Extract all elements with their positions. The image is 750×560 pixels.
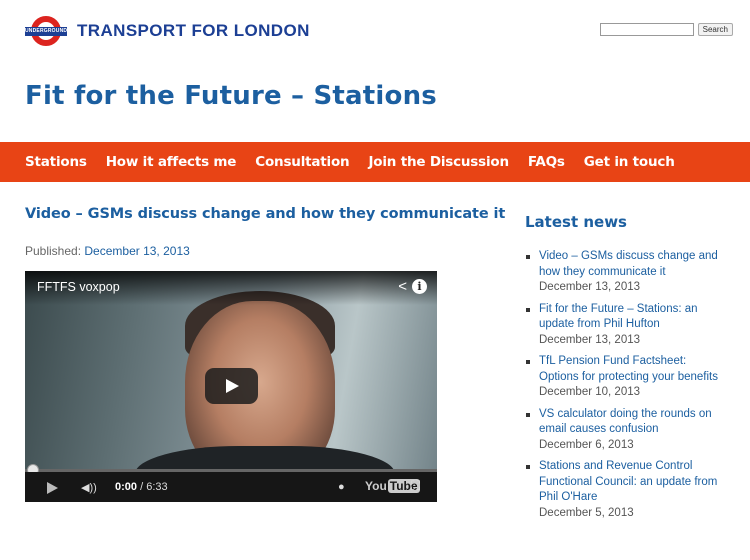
fullscreen-icon[interactable]: ⛶ <box>411 478 420 494</box>
search-button[interactable]: Search <box>697 23 733 36</box>
time-display: 0:00 / 6:33 <box>115 481 168 493</box>
list-item: Fit for the Future – Stations: an update… <box>525 302 725 349</box>
news-link[interactable]: TfL Pension Fund Factsheet: Options for … <box>539 354 725 385</box>
nav-faqs[interactable]: FAQs <box>528 154 565 170</box>
news-date: December 5, 2013 <box>539 506 634 519</box>
article-title[interactable]: Video – GSMs discuss change and how they… <box>25 206 505 222</box>
play-control-icon[interactable] <box>47 482 58 494</box>
list-item: Stations and Revenue Control Functional … <box>525 459 725 521</box>
brand-name[interactable]: TRANSPORT FOR LONDON <box>77 21 310 41</box>
nav-stations[interactable]: Stations <box>25 154 87 170</box>
nav-consultation[interactable]: Consultation <box>255 154 349 170</box>
main-nav: Stations How it affects me Consultation … <box>0 142 750 182</box>
published-line: Published: December 13, 2013 <box>25 244 190 258</box>
published-label: Published: <box>25 244 82 258</box>
current-time: 0:00 <box>115 481 138 493</box>
news-date: December 13, 2013 <box>539 333 641 346</box>
list-item: TfL Pension Fund Factsheet: Options for … <box>525 354 725 401</box>
nav-get-in-touch[interactable]: Get in touch <box>584 154 675 170</box>
list-item: VS calculator doing the rounds on email … <box>525 407 725 454</box>
search-form: Search <box>599 23 733 36</box>
video-controls: ◀)) 0:00 / 6:33 ● You Tube ⛶ <box>25 472 437 502</box>
news-link[interactable]: Video – GSMs discuss change and how they… <box>539 249 725 280</box>
share-icon[interactable]: < <box>398 278 407 295</box>
volume-icon[interactable]: ◀)) <box>81 481 97 494</box>
underground-roundel-icon: UNDERGROUND <box>25 15 67 47</box>
info-icon[interactable]: i <box>412 279 427 294</box>
news-link[interactable]: VS calculator doing the rounds on email … <box>539 407 725 438</box>
news-link[interactable]: Fit for the Future – Stations: an update… <box>539 302 725 333</box>
video-player[interactable]: FFTFS voxpop < i ◀)) 0:00 / 6:33 ● You Tu… <box>25 271 437 502</box>
latest-news-title: Latest news <box>525 213 627 231</box>
latest-news-list: Video – GSMs discuss change and how they… <box>525 249 725 527</box>
page-title: Fit for the Future – Stations <box>25 81 437 111</box>
roundel-text: UNDERGROUND <box>25 27 68 36</box>
published-date-link[interactable]: December 13, 2013 <box>84 244 189 258</box>
settings-icon[interactable]: ● <box>338 481 345 493</box>
list-item: Video – GSMs discuss change and how they… <box>525 249 725 296</box>
news-date: December 6, 2013 <box>539 438 634 451</box>
tfl-logo[interactable]: UNDERGROUND TRANSPORT FOR LONDON <box>25 15 310 47</box>
search-input[interactable] <box>599 23 694 36</box>
nav-join-the-discussion[interactable]: Join the Discussion <box>368 154 509 170</box>
news-date: December 10, 2013 <box>539 386 641 398</box>
news-link[interactable]: Stations and Revenue Control Functional … <box>539 459 725 506</box>
news-date: December 13, 2013 <box>539 281 641 293</box>
play-button[interactable] <box>205 368 258 404</box>
video-title[interactable]: FFTFS voxpop <box>37 280 120 294</box>
nav-how-it-affects-me[interactable]: How it affects me <box>106 154 237 170</box>
duration: / 6:33 <box>140 481 168 493</box>
